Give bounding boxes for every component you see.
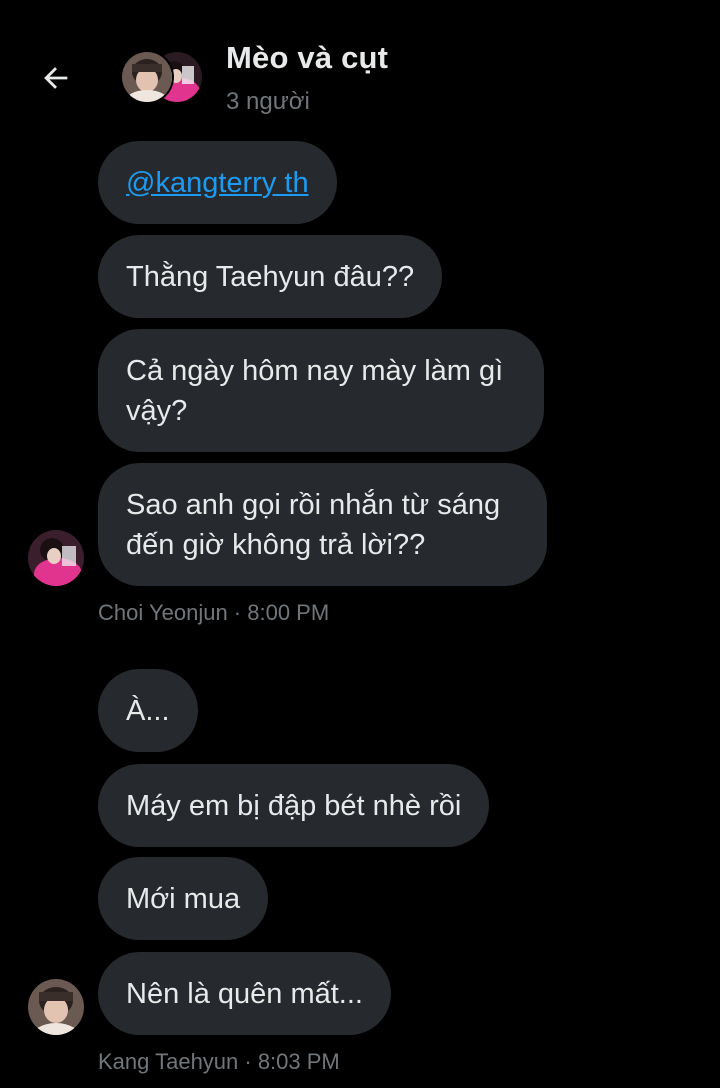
group-avatar[interactable] xyxy=(122,52,204,104)
member-avatar xyxy=(122,52,172,102)
message-text: Cả ngày hôm nay mày làm gì vậy? xyxy=(126,355,504,427)
message-bubble[interactable]: À... xyxy=(98,669,198,752)
back-button[interactable] xyxy=(34,56,78,100)
mention-link[interactable]: @kangterry th xyxy=(126,163,309,203)
message-bubble[interactable]: Cả ngày hôm nay mày làm gì vậy? xyxy=(98,329,544,452)
message-bubble[interactable]: Thằng Taehyun đâu?? xyxy=(98,235,443,318)
message-text: Mới mua xyxy=(126,882,241,915)
message-text: Máy em bị đập bét nhè rồi xyxy=(126,789,462,822)
message-bubble[interactable]: Nên là quên mất... xyxy=(98,952,391,1035)
message-bubble[interactable]: Sao anh gọi rồi nhắn từ sáng đến giờ khô… xyxy=(98,463,547,586)
sender-avatar-choi-yeonjun[interactable] xyxy=(28,530,84,586)
arrow-left-icon xyxy=(44,67,68,89)
sender-avatar-kang-taehyun[interactable] xyxy=(28,979,84,1035)
message-text: À... xyxy=(126,694,170,727)
conversation-header: Mèo và cụt 3 người xyxy=(0,0,720,130)
message-bubble[interactable]: @kangterry th xyxy=(98,141,337,224)
message-text: Nên là quên mất... xyxy=(126,977,363,1010)
message-text: Thằng Taehyun đâu?? xyxy=(126,260,415,293)
conversation-title[interactable]: Mèo và cụt xyxy=(226,40,388,76)
message-meta: Choi Yeonjun · 8:00 PM xyxy=(98,600,330,625)
participant-count: 3 người xyxy=(226,88,310,115)
message-meta: Kang Taehyun · 8:03 PM xyxy=(98,1049,340,1074)
message-bubble[interactable]: Máy em bị đập bét nhè rồi xyxy=(98,764,490,847)
message-text: Sao anh gọi rồi nhắn từ sáng đến giờ khô… xyxy=(126,489,501,561)
message-bubble[interactable]: Mới mua xyxy=(98,857,269,940)
